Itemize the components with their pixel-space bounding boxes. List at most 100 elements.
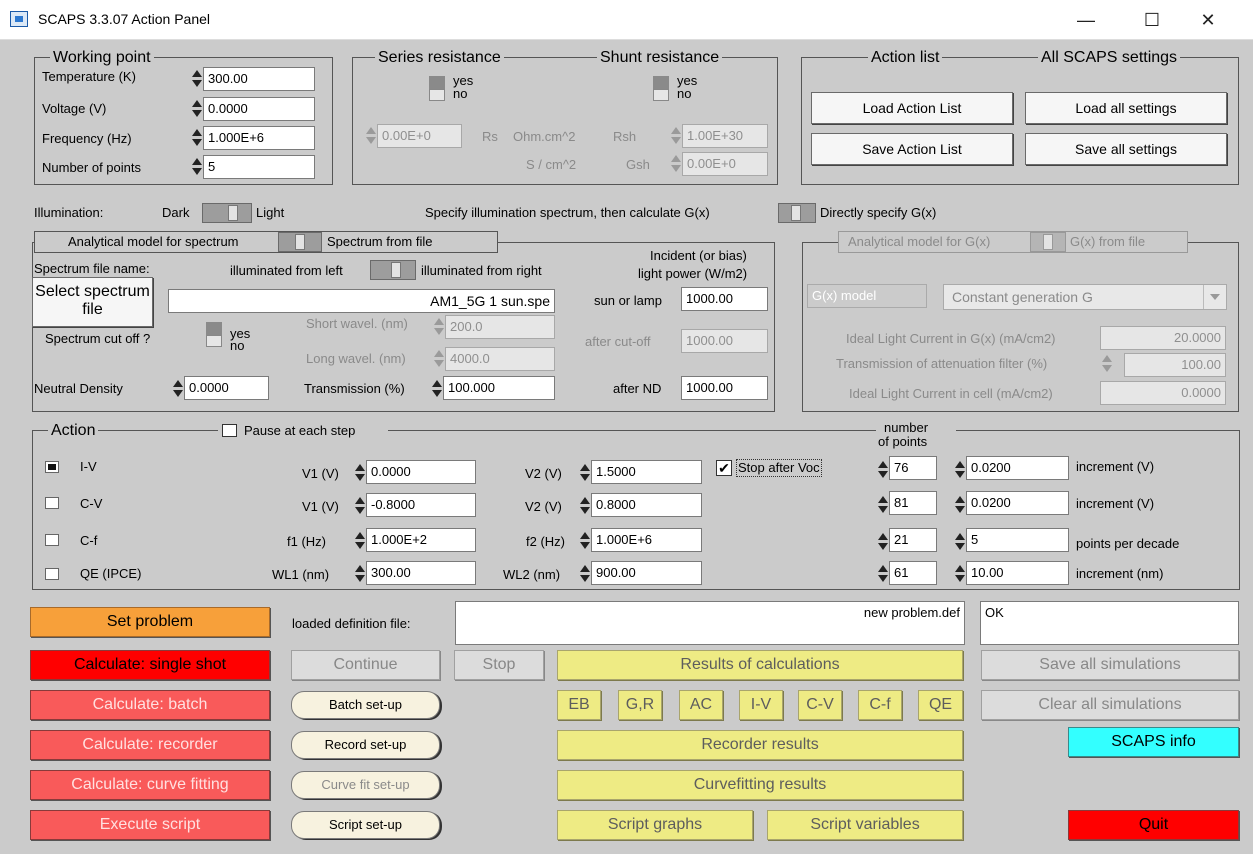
- shunt-yes-no-switch[interactable]: [653, 76, 669, 102]
- calculate-batch-button[interactable]: Calculate: batch: [30, 690, 270, 720]
- gx-model-select[interactable]: Constant generation G: [943, 284, 1227, 310]
- qe-select[interactable]: [45, 568, 59, 580]
- cv-increment-spinner[interactable]: [955, 495, 965, 515]
- qe-wl2-field[interactable]: 900.00: [591, 561, 702, 585]
- rsh-spinner[interactable]: [671, 126, 681, 146]
- set-problem-button[interactable]: Set problem: [30, 607, 270, 637]
- long-wavelength-field[interactable]: 4000.0: [445, 347, 555, 371]
- curvefitting-results-button[interactable]: Curvefitting results: [557, 770, 963, 800]
- cv-points-field[interactable]: 81: [889, 491, 937, 515]
- transmission-field[interactable]: 100.000: [443, 376, 555, 400]
- calculate-single-shot-button[interactable]: Calculate: single shot: [30, 650, 270, 680]
- iv-results-button[interactable]: I-V: [739, 690, 783, 720]
- cf-increment-spinner[interactable]: [955, 532, 965, 552]
- record-setup-button[interactable]: Record set-up: [291, 731, 440, 759]
- eb-button[interactable]: EB: [557, 690, 601, 720]
- maximize-button[interactable]: ☐: [1129, 6, 1175, 34]
- calculate-recorder-button[interactable]: Calculate: recorder: [30, 730, 270, 760]
- tab-spectrum-file[interactable]: Spectrum from file: [327, 234, 432, 250]
- save-all-simulations-button[interactable]: Save all simulations: [981, 650, 1239, 680]
- neutral-density-field[interactable]: 0.0000: [184, 376, 269, 400]
- gr-button[interactable]: G,R: [618, 690, 662, 720]
- iv-v2-field[interactable]: 1.5000: [591, 460, 702, 484]
- gx-mode-toggle[interactable]: [778, 203, 816, 223]
- execute-script-button[interactable]: Execute script: [30, 810, 270, 840]
- clear-all-simulations-button[interactable]: Clear all simulations: [981, 690, 1239, 720]
- qe-points-field[interactable]: 61: [889, 561, 937, 585]
- cf-select[interactable]: [45, 534, 59, 546]
- rs-field[interactable]: 0.00E+0: [377, 124, 462, 148]
- qe-increment-spinner[interactable]: [955, 564, 965, 584]
- short-wavelength-spinner[interactable]: [434, 317, 444, 337]
- cf-increment-field[interactable]: 5: [966, 528, 1069, 552]
- spectrum-source-toggle[interactable]: [278, 232, 322, 252]
- qe-points-spinner[interactable]: [878, 564, 888, 584]
- iv-increment-field[interactable]: 0.0200: [966, 456, 1069, 480]
- voltage-spinner[interactable]: [192, 99, 202, 119]
- iv-select[interactable]: [45, 461, 59, 473]
- cv-v2-spinner[interactable]: [580, 496, 590, 516]
- iv-points-field[interactable]: 76: [889, 456, 937, 480]
- cf-f1-field[interactable]: 1.000E+2: [366, 528, 476, 552]
- cv-points-spinner[interactable]: [878, 495, 888, 515]
- points-spinner[interactable]: [192, 157, 202, 177]
- pause-checkbox[interactable]: [222, 424, 237, 437]
- recorder-results-button[interactable]: Recorder results: [557, 730, 963, 760]
- cf-results-button[interactable]: C-f: [858, 690, 902, 720]
- iv-increment-spinner[interactable]: [955, 460, 965, 480]
- gsh-spinner[interactable]: [671, 154, 681, 174]
- qe-wl1-spinner[interactable]: [355, 564, 365, 584]
- temperature-field[interactable]: 300.00: [203, 67, 315, 91]
- qe-increment-field[interactable]: 10.00: [966, 561, 1069, 585]
- stop-after-voc-checkbox[interactable]: ✔: [716, 460, 732, 476]
- sun-or-lamp-field[interactable]: 1000.00: [681, 287, 768, 311]
- frequency-spinner[interactable]: [192, 128, 202, 148]
- iv-points-spinner[interactable]: [878, 460, 888, 480]
- tab-analytical-spectrum[interactable]: Analytical model for spectrum: [68, 234, 239, 250]
- continue-button[interactable]: Continue: [291, 650, 440, 680]
- series-yes-no-switch[interactable]: [429, 76, 445, 102]
- cf-f1-spinner[interactable]: [355, 531, 365, 551]
- save-action-list-button[interactable]: Save Action List: [811, 133, 1013, 165]
- scaps-info-button[interactable]: SCAPS info: [1068, 727, 1239, 757]
- cf-f2-field[interactable]: 1.000E+6: [591, 528, 702, 552]
- voltage-field[interactable]: 0.0000: [203, 97, 315, 121]
- script-variables-button[interactable]: Script variables: [767, 810, 963, 840]
- spectrum-file-field[interactable]: AM1_5G 1 sun.spe: [168, 289, 555, 313]
- qe-wl2-spinner[interactable]: [580, 564, 590, 584]
- cv-v1-spinner[interactable]: [355, 496, 365, 516]
- load-all-settings-button[interactable]: Load all settings: [1025, 92, 1227, 124]
- load-action-list-button[interactable]: Load Action List: [811, 92, 1013, 124]
- illumination-side-toggle[interactable]: [370, 260, 416, 280]
- cf-points-spinner[interactable]: [878, 532, 888, 552]
- quit-button[interactable]: Quit: [1068, 810, 1239, 840]
- cv-results-button[interactable]: C-V: [798, 690, 842, 720]
- iv-v1-field[interactable]: 0.0000: [366, 460, 476, 484]
- cv-v2-field[interactable]: 0.8000: [591, 493, 702, 517]
- gx-source-toggle[interactable]: [1030, 232, 1066, 252]
- results-of-calculations-button[interactable]: Results of calculations: [557, 650, 963, 680]
- short-wavelength-field[interactable]: 200.0: [445, 315, 555, 339]
- rsh-field[interactable]: 1.00E+30: [682, 124, 768, 148]
- illumination-toggle[interactable]: [202, 203, 252, 223]
- script-graphs-button[interactable]: Script graphs: [557, 810, 753, 840]
- rs-spinner[interactable]: [366, 126, 376, 146]
- iv-v1-spinner[interactable]: [355, 463, 365, 483]
- calculate-curve-fitting-button[interactable]: Calculate: curve fitting: [30, 770, 270, 800]
- cv-v1-field[interactable]: -0.8000: [366, 493, 476, 517]
- minimize-button[interactable]: —: [1063, 6, 1109, 34]
- qe-wl1-field[interactable]: 300.00: [366, 561, 476, 585]
- ac-button[interactable]: AC: [679, 690, 723, 720]
- script-setup-button[interactable]: Script set-up: [291, 811, 440, 839]
- cf-points-field[interactable]: 21: [889, 528, 937, 552]
- neutral-density-spinner[interactable]: [173, 379, 183, 399]
- cv-increment-field[interactable]: 0.0200: [966, 491, 1069, 515]
- frequency-field[interactable]: 1.000E+6: [203, 126, 315, 150]
- gsh-field[interactable]: 0.00E+0: [682, 152, 768, 176]
- temperature-spinner[interactable]: [192, 69, 202, 89]
- attenuation-spinner[interactable]: [1102, 354, 1112, 374]
- attenuation-field[interactable]: 100.00: [1124, 353, 1226, 377]
- transmission-spinner[interactable]: [432, 379, 442, 399]
- stop-button[interactable]: Stop: [454, 650, 544, 680]
- tab-gx-file[interactable]: G(x) from file: [1070, 234, 1145, 250]
